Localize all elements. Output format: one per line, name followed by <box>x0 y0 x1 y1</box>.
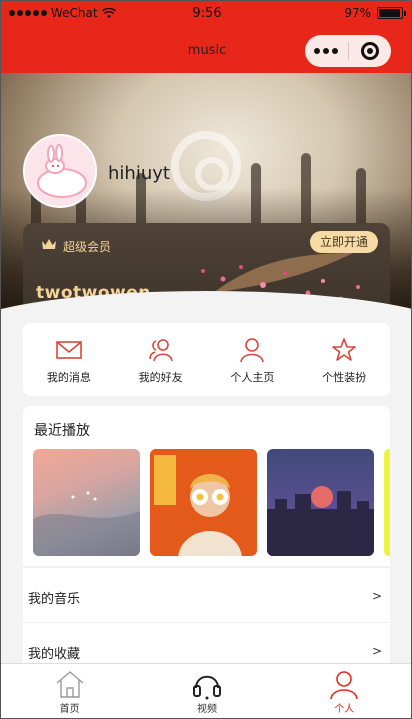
person-icon <box>240 338 265 363</box>
home-icon <box>56 671 84 698</box>
action-friends[interactable]: 我的好友 <box>115 323 207 396</box>
battery-percent: 97% <box>344 6 371 20</box>
mail-icon <box>56 341 82 359</box>
cover-art <box>267 486 374 556</box>
album-cover[interactable] <box>150 449 257 556</box>
tab-label: 首页 <box>59 704 80 715</box>
close-circle-icon <box>360 42 379 60</box>
album-cover[interactable] <box>384 449 390 556</box>
star-icon <box>332 338 356 361</box>
headphones-icon <box>192 675 221 700</box>
action-dressup[interactable]: 个性装扮 <box>298 323 390 396</box>
person-icon <box>330 671 359 700</box>
row-my-music[interactable]: 我的音乐 > <box>23 567 390 622</box>
album-cover[interactable] <box>267 449 374 556</box>
battery-status: 97% <box>344 6 406 20</box>
row-label: 我的音乐 <box>28 592 81 607</box>
battery-icon <box>377 7 406 19</box>
cover-art <box>150 449 257 556</box>
cover-art <box>33 491 140 556</box>
quick-actions: 我的消息 我的好友 个人主页 个性装扮 <box>23 323 390 396</box>
tab-label: 视频 <box>196 704 217 715</box>
tab-video[interactable]: 视频 <box>138 664 275 718</box>
mini-program-capsule <box>305 35 391 67</box>
action-label: 个人主页 <box>230 371 275 384</box>
recent-plays: 最近播放 <box>23 406 390 566</box>
action-label: 个性装扮 <box>322 371 367 384</box>
tab-personal[interactable]: 个人 <box>276 664 411 718</box>
row-label: 我的收藏 <box>28 647 81 662</box>
username: hihiuyt <box>108 163 170 184</box>
friends-icon <box>148 339 173 362</box>
tab-bar: 首页 视频 个人 <box>1 663 411 718</box>
action-messages[interactable]: 我的消息 <box>23 323 115 396</box>
album-cover[interactable] <box>33 449 140 556</box>
tab-home[interactable]: 首页 <box>1 664 138 718</box>
more-button[interactable] <box>305 48 348 54</box>
chevron-right-icon: > <box>371 644 382 658</box>
action-profile[interactable]: 个人主页 <box>207 323 299 396</box>
nav-bar: music <box>1 27 411 73</box>
action-label: 我的好友 <box>138 371 183 384</box>
status-bar: WeChat 9:56 97% <box>1 1 411 27</box>
action-label: 我的消息 <box>46 371 91 384</box>
section-title: 最近播放 <box>34 423 90 439</box>
phone-screen: WeChat 9:56 97% music hihiuyt 超级会员 立即开通 … <box>0 0 412 719</box>
close-button[interactable] <box>348 42 391 60</box>
chevron-right-icon: > <box>371 589 382 603</box>
avatar[interactable] <box>23 134 97 208</box>
tab-label: 个人 <box>334 704 355 715</box>
